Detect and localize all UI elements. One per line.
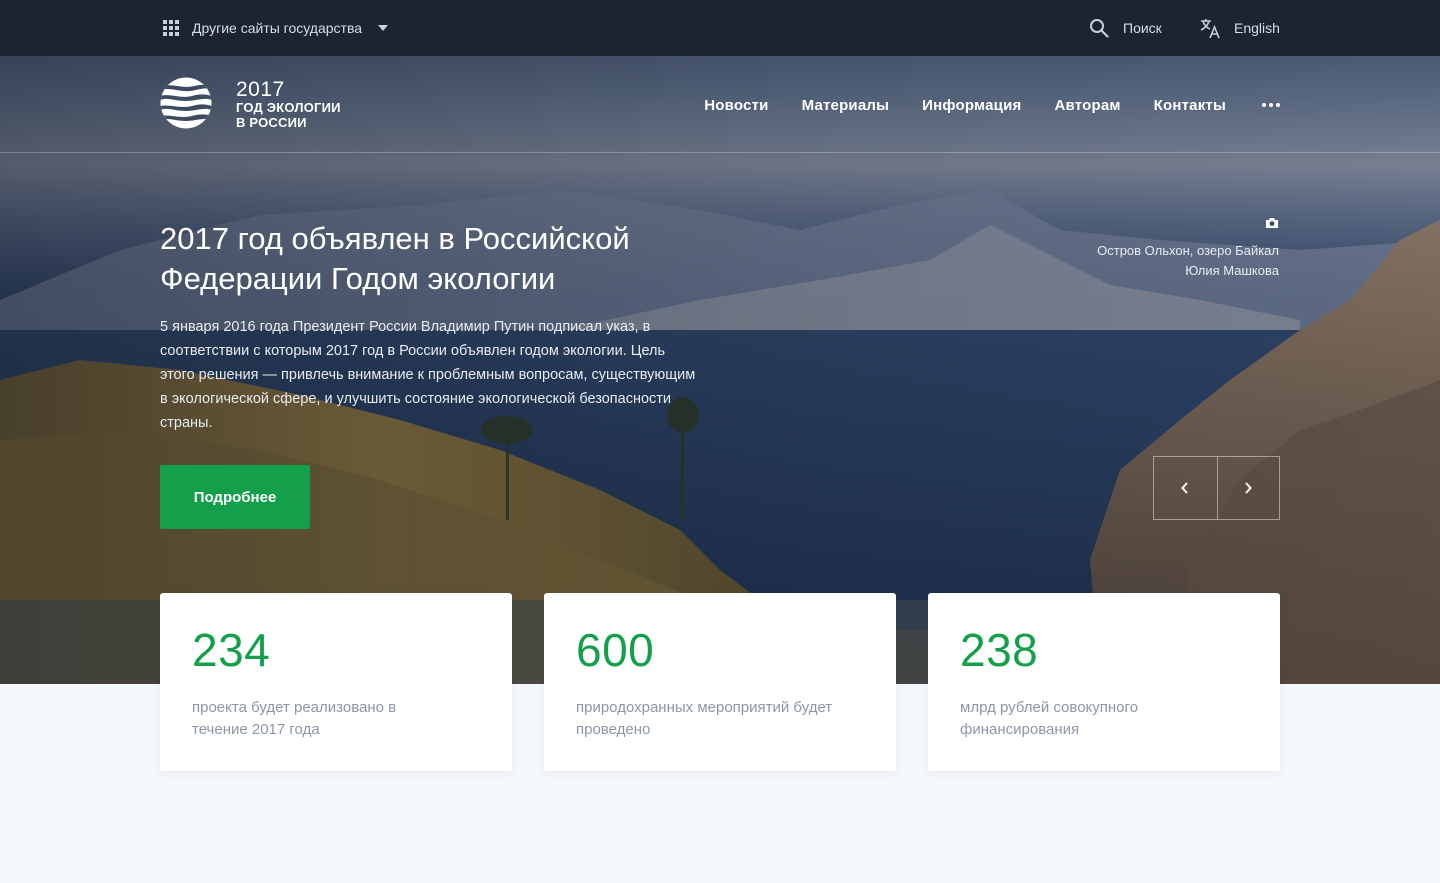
stat-value: 238	[960, 624, 1039, 676]
nav-item-news[interactable]: Новости	[704, 97, 768, 114]
other-sites-menu[interactable]: Другие сайты государства	[163, 19, 389, 37]
nav-item-authors[interactable]: Авторам	[1054, 97, 1120, 114]
language-switch[interactable]: English	[1199, 17, 1280, 39]
search-label: Поиск	[1123, 20, 1162, 36]
logo-year: 2017	[236, 78, 285, 101]
language-label: English	[1234, 20, 1280, 36]
translate-icon	[1200, 19, 1220, 39]
slider-controls	[1153, 456, 1280, 520]
nav-item-contacts[interactable]: Контакты	[1154, 97, 1226, 114]
photo-location: Остров Ольхон, озеро Байкал	[1097, 243, 1279, 258]
more-menu-icon[interactable]	[1262, 94, 1280, 116]
search-icon	[1090, 19, 1109, 38]
logo-emblem-icon	[160, 77, 212, 129]
apps-grid-icon	[163, 19, 180, 37]
chevron-right-icon	[1245, 482, 1253, 494]
stat-description: млрд рублей совокупного финансирования	[960, 699, 1139, 738]
stat-card-funding: 238 млрд рублей совокупного финансирован…	[928, 593, 1280, 771]
camera-icon	[1266, 218, 1278, 228]
photo-credit: Остров Ольхон, озеро Байкал Юлия Машкова	[1097, 217, 1279, 281]
nav-item-information[interactable]: Информация	[922, 97, 1021, 114]
site-logo[interactable]: 2017 ГОД ЭКОЛОГИИ В РОССИИ	[160, 77, 360, 133]
stat-description: природохранных мероприятий будет проведе…	[576, 699, 833, 738]
more-details-button[interactable]: Подробнее	[160, 465, 310, 529]
stat-description: проекта будет реализовано в течение 2017…	[192, 699, 397, 738]
stat-card-projects: 234 проекта будет реализовано в течение …	[160, 593, 512, 771]
nav-item-materials[interactable]: Материалы	[802, 97, 890, 114]
search-button[interactable]: Поиск	[1089, 17, 1162, 39]
stat-value: 234	[192, 624, 271, 676]
stat-value: 600	[576, 624, 655, 676]
slider-next-button[interactable]	[1216, 457, 1280, 519]
site-header: 2017 ГОД ЭКОЛОГИИ В РОССИИ Новости Матер…	[0, 56, 1440, 153]
logo-line-2: В РОССИИ	[236, 115, 307, 130]
stat-card-events: 600 природохранных мероприятий будет про…	[544, 593, 896, 771]
logo-line-1: ГОД ЭКОЛОГИИ	[236, 100, 341, 115]
other-sites-label: Другие сайты государства	[192, 20, 363, 36]
hero-description: 5 января 2016 года Президент России Влад…	[160, 319, 696, 431]
hero-title: 2017 год объявлен в Российской Федерации…	[160, 221, 630, 296]
photo-author: Юлия Машкова	[1185, 263, 1279, 278]
top-bar: Другие сайты государства Поиск English	[0, 0, 1440, 56]
slider-prev-button[interactable]	[1154, 457, 1217, 519]
main-nav: Новости Материалы Информация Авторам Кон…	[671, 94, 1280, 116]
chevron-left-icon	[1181, 482, 1188, 494]
chevron-down-icon	[378, 25, 389, 31]
